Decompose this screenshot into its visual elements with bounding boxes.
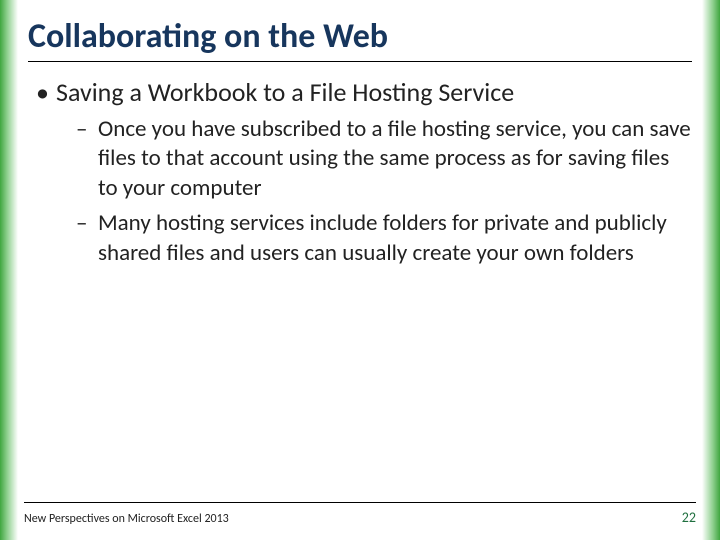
slide-title: Collaborating on the Web bbox=[28, 18, 692, 62]
bullet-sub-1: Once you have subscribed to a file hosti… bbox=[76, 115, 692, 203]
bullet-sub-2: Many hosting services include folders fo… bbox=[76, 209, 692, 268]
bullet-main: Saving a Workbook to a File Hosting Serv… bbox=[34, 76, 692, 268]
bullet-sub-2-text: Many hosting services include folders fo… bbox=[98, 209, 667, 266]
slide-body: Collaborating on the Web Saving a Workbo… bbox=[0, 0, 720, 540]
bullet-list-level1: Saving a Workbook to a File Hosting Serv… bbox=[28, 76, 692, 268]
footer-text: New Perspectives on Microsoft Excel 2013 bbox=[24, 512, 229, 526]
bullet-sub-1-text: Once you have subscribed to a file hosti… bbox=[98, 115, 691, 202]
slide-footer: New Perspectives on Microsoft Excel 2013… bbox=[24, 502, 696, 526]
bullet-list-level2: Once you have subscribed to a file hosti… bbox=[56, 115, 692, 268]
page-number: 22 bbox=[682, 509, 696, 526]
bullet-main-text: Saving a Workbook to a File Hosting Serv… bbox=[56, 76, 514, 108]
